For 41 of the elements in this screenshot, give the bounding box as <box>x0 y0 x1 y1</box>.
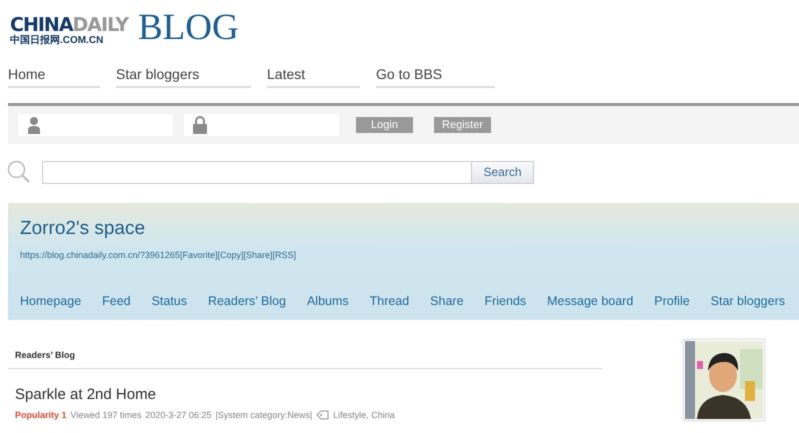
space-nav-tab[interactable]: Friends <box>484 294 526 308</box>
username-field[interactable] <box>18 114 173 136</box>
space-nav-tab[interactable]: Albums <box>306 294 349 308</box>
user-icon <box>27 116 41 134</box>
space-nav-tab[interactable]: Feed <box>102 294 131 308</box>
space-title: Zorro2's space <box>20 218 146 240</box>
register-button[interactable]: Register <box>434 117 491 133</box>
view-count: Viewed 197 times <box>70 410 142 420</box>
nav-link[interactable]: Go to BBS <box>376 66 495 88</box>
logo-subtitle: 中国日报网.COM.CN <box>10 36 104 46</box>
space-nav-tab[interactable]: Profile <box>654 294 690 308</box>
logo-wordmark[interactable]: CHINADAILY <box>10 16 128 35</box>
nav-link[interactable]: Star bloggers <box>116 66 251 88</box>
post-title[interactable]: Sparkle at 2nd Home <box>8 369 602 403</box>
blog-logo[interactable]: BLOG <box>138 9 239 46</box>
space-nav-tab[interactable]: Message board <box>547 294 634 308</box>
nav-link[interactable]: Latest <box>267 66 360 88</box>
space-action-link[interactable]: [Share] <box>243 250 273 260</box>
space-nav-tab[interactable]: Status <box>152 294 187 308</box>
space-action-link[interactable]: [Copy] <box>217 250 244 260</box>
space-action-link[interactable]: [RSS] <box>272 250 296 260</box>
space-nav-tab[interactable]: Homepage <box>20 294 82 308</box>
section-heading: Readers’ Blog <box>8 320 602 369</box>
space-nav-tab[interactable]: Share <box>430 294 464 308</box>
post-tags[interactable]: Lifestyle, China <box>333 410 395 420</box>
post-date: 2020-3-27 06:25 <box>145 410 212 420</box>
search-button[interactable]: Search <box>471 160 534 184</box>
space-nav-tab[interactable]: Star bloggers <box>710 294 785 308</box>
password-field[interactable] <box>184 114 339 136</box>
tag-icon <box>316 410 330 420</box>
space-action-link[interactable]: [Favorite] <box>180 250 218 260</box>
space-nav-tab[interactable]: Thread <box>370 294 410 308</box>
post-category: |System category:News| <box>215 410 312 420</box>
space-nav-tab[interactable]: Readers’ Blog <box>208 294 286 308</box>
login-button[interactable]: Login <box>356 117 413 133</box>
search-icon <box>7 160 31 184</box>
nav-link[interactable]: Home <box>8 66 100 88</box>
space-url-link[interactable]: https://blog.chinadaily.com.cn/?3961265 <box>20 250 180 260</box>
search-field[interactable] <box>42 160 472 184</box>
lock-icon <box>193 116 207 134</box>
popularity-count: Popularity 1 <box>15 410 67 420</box>
